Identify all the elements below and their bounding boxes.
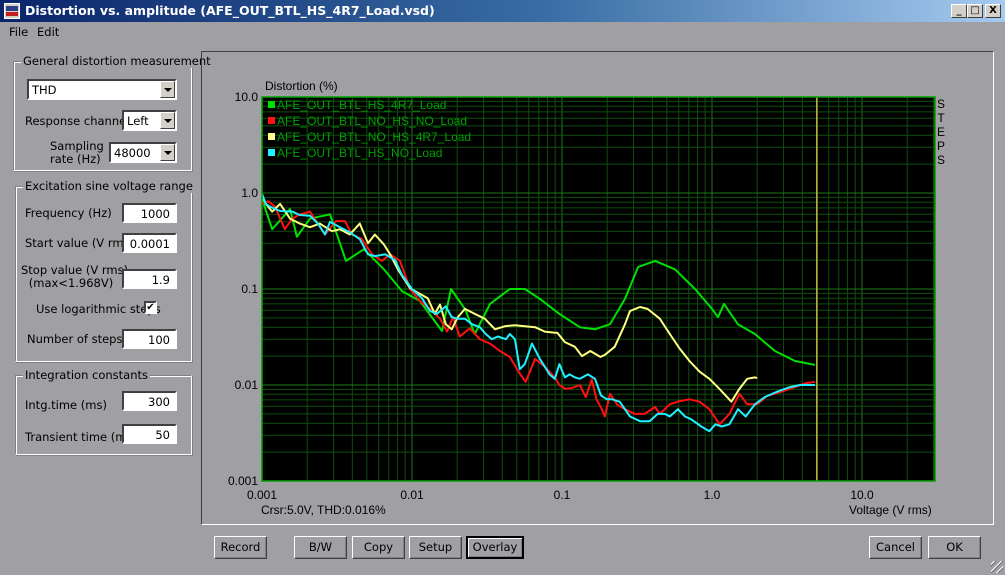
x-tick-label: 10.0 bbox=[850, 488, 874, 502]
x-axis-label: Voltage (V rms) bbox=[849, 503, 932, 517]
x-tick-label: 0.1 bbox=[554, 488, 571, 502]
overlay-button[interactable]: Overlay bbox=[466, 536, 524, 559]
record-button[interactable]: Record bbox=[214, 536, 267, 559]
y-tick-labels: 10.0 1.0 0.1 0.01 0.001 bbox=[228, 90, 258, 488]
legend-swatch bbox=[268, 133, 275, 140]
legend-label: AFE_OUT_BTL_NO_HS_NO_Load bbox=[277, 114, 467, 128]
distortion-chart[interactable]: Distortion (%) AFE_OUT_BTL_HS_4R7_Load AF… bbox=[0, 0, 1005, 575]
legend-swatch bbox=[268, 101, 275, 108]
y-tick-label: 0.001 bbox=[228, 474, 258, 488]
x-tick-labels: 0.001 0.01 0.1 1.0 10.0 bbox=[247, 488, 874, 502]
cancel-button[interactable]: Cancel bbox=[869, 536, 922, 559]
y-tick-label: 0.01 bbox=[235, 378, 259, 392]
x-tick-label: 0.01 bbox=[400, 488, 424, 502]
legend-label: AFE_OUT_BTL_HS_NO_Load bbox=[277, 146, 442, 160]
y-tick-label: 0.1 bbox=[241, 282, 258, 296]
copy-button[interactable]: Copy bbox=[352, 536, 405, 559]
cursor-readout: Crsr:5.0V, THD:0.016% bbox=[261, 503, 386, 517]
y-tick-label: 1.0 bbox=[241, 186, 258, 200]
steps-label: S T E P S bbox=[936, 97, 945, 167]
y-axis-label: Distortion (%) bbox=[265, 79, 338, 93]
x-tick-label: 0.001 bbox=[247, 488, 277, 502]
y-tick-label: 10.0 bbox=[235, 90, 259, 104]
legend-swatch bbox=[268, 117, 275, 124]
ok-button[interactable]: OK bbox=[928, 536, 981, 559]
x-tick-label: 1.0 bbox=[704, 488, 721, 502]
legend-label: AFE_OUT_BTL_NO_HS_4R7_Load bbox=[277, 130, 471, 144]
legend-label: AFE_OUT_BTL_HS_4R7_Load bbox=[277, 98, 446, 112]
resize-grip[interactable] bbox=[991, 561, 1003, 573]
setup-button[interactable]: Setup bbox=[409, 536, 462, 559]
bw-button[interactable]: B/W bbox=[294, 536, 347, 559]
legend-swatch bbox=[268, 149, 275, 156]
